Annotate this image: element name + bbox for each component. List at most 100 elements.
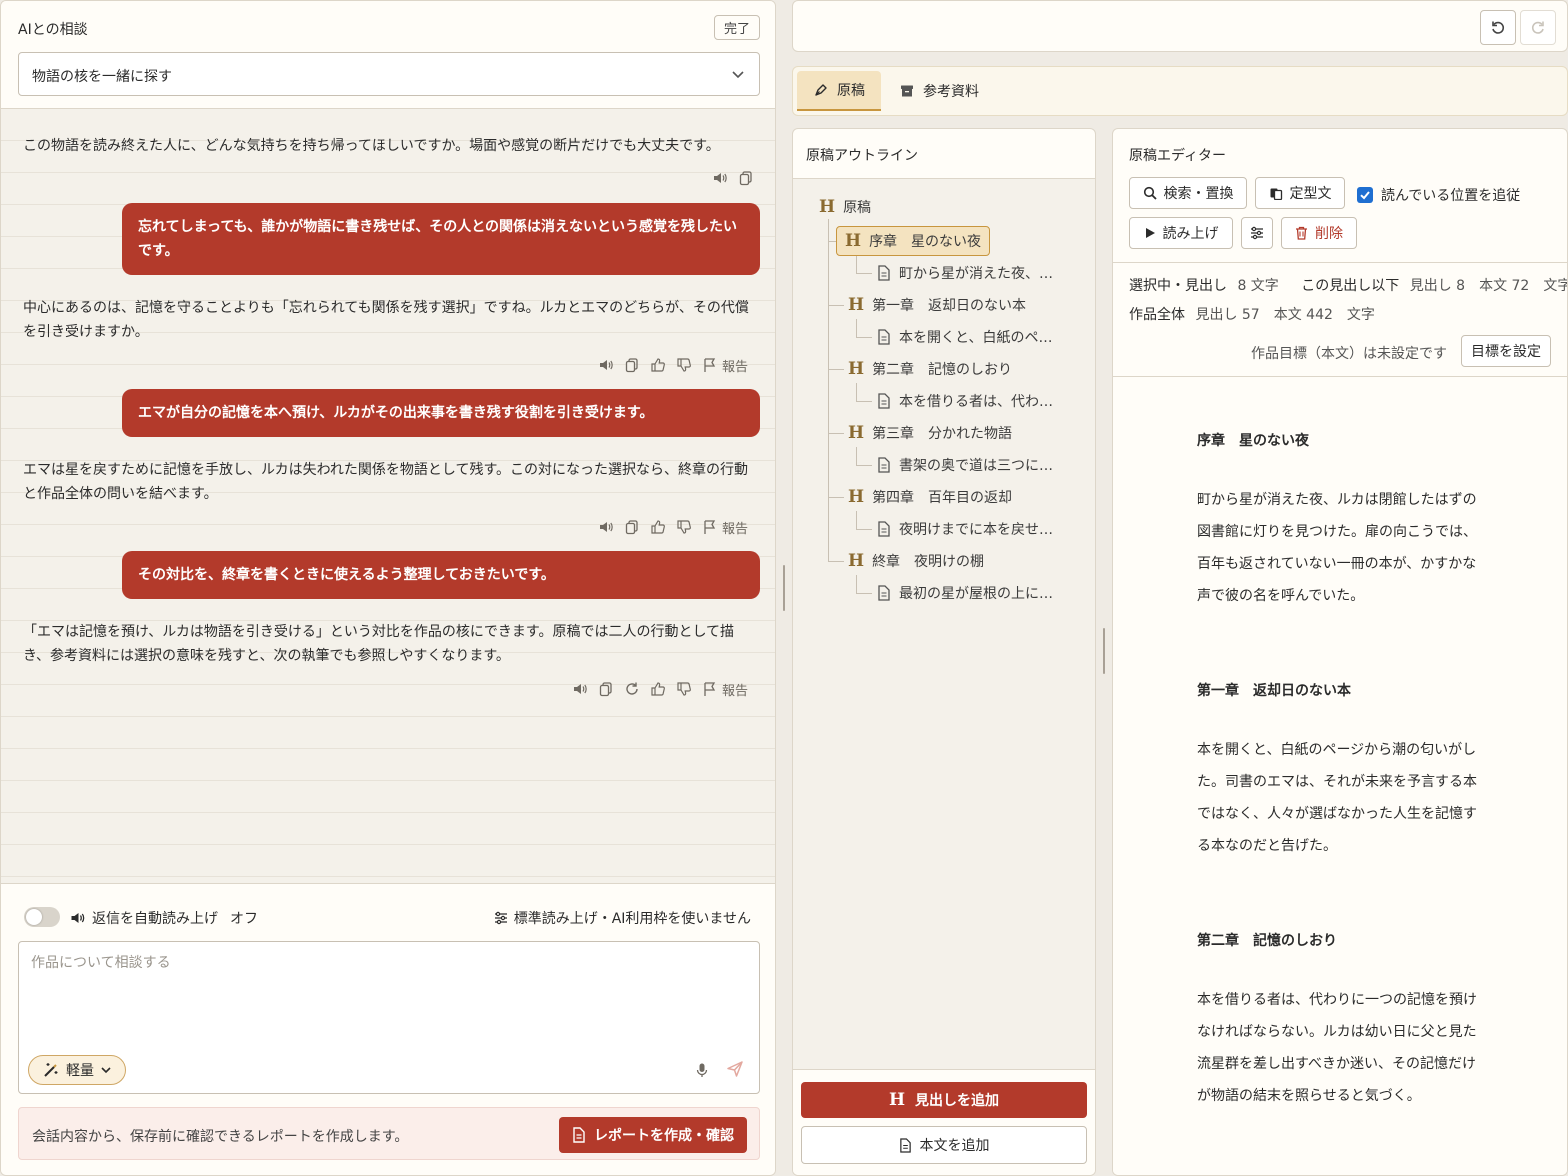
report-link[interactable]: 報告 <box>702 680 748 699</box>
add-heading-button[interactable]: H 見出しを追加 <box>801 1082 1087 1118</box>
template-label: 定型文 <box>1289 186 1332 202</box>
document-icon <box>878 521 890 537</box>
report-link[interactable]: 報告 <box>702 518 748 537</box>
outline-root[interactable]: H 原稿 <box>819 194 871 220</box>
chat-messages[interactable]: この物語を読み終えた人に、どんな気持ちを持ち帰ってほしいですか。場面や感覚の断片… <box>1 109 775 883</box>
outline-heading[interactable]: H 第一章 返却日のない本 <box>848 292 1026 318</box>
outline-body-label: 本を借りる者は、代わ… <box>899 394 1053 410</box>
set-goal-button[interactable]: 目標を設定 <box>1461 335 1551 367</box>
add-body-button[interactable]: 本文を追加 <box>801 1126 1087 1164</box>
speaker-icon[interactable] <box>712 170 728 186</box>
outline-body-item[interactable]: 町から星が消えた夜、… <box>877 260 1053 286</box>
outline-body-item[interactable]: 本を借りる者は、代わ… <box>877 388 1053 414</box>
search-replace-button[interactable]: 検索・置換 <box>1129 177 1247 209</box>
send-icon[interactable] <box>726 1060 744 1078</box>
outline-heading[interactable]: H 第二章 記憶のしおり <box>848 356 1012 382</box>
thumbs-up-icon[interactable] <box>650 357 666 373</box>
document-icon <box>899 1137 911 1153</box>
flag-icon <box>704 682 716 696</box>
ai-message: この物語を読み終えた人に、どんな気持ちを持ち帰ってほしいですか。場面や感覚の断片… <box>23 138 720 154</box>
tree-line <box>856 465 872 466</box>
selected-stat-value: 8 文字 <box>1237 278 1279 294</box>
read-aloud-settings-button[interactable] <box>1241 217 1273 249</box>
heading-icon: H <box>848 423 865 443</box>
chat-input[interactable] <box>19 942 759 1042</box>
report-note: 会話内容から、保存前に確認できるレポートを作成します。 <box>32 1129 409 1145</box>
report-label: 報告 <box>722 521 749 537</box>
consult-mode-select[interactable]: 物語の核を一緒に探す <box>18 52 760 96</box>
document-icon <box>573 1127 585 1143</box>
trash-icon <box>1296 226 1307 240</box>
pen-nib-icon <box>815 84 827 96</box>
outline-heading[interactable]: H 序章 星のない夜 <box>836 226 991 256</box>
outline-heading[interactable]: H 終章 夜明けの棚 <box>848 548 984 574</box>
outline-body-label: 夜明けまでに本を戻せ… <box>899 522 1053 538</box>
user-message: 忘れてしまっても、誰かが物語に書き残せば、その人との関係は消えないという感覚を残… <box>122 203 760 275</box>
document-icon <box>878 265 890 281</box>
copy-icon[interactable] <box>738 170 754 186</box>
resize-handle[interactable] <box>1103 628 1105 674</box>
tree-line <box>856 447 857 465</box>
tts-setting-label: 標準読み上げ・AI利用枠を使いません <box>513 911 751 927</box>
read-aloud-button[interactable]: 読み上げ <box>1129 217 1233 249</box>
outline-body-item[interactable]: 最初の星が屋根の上に… <box>877 580 1053 606</box>
create-report-button[interactable]: レポートを作成・確認 <box>559 1117 747 1153</box>
model-select[interactable]: 軽量 <box>28 1055 126 1085</box>
total-stats: 作品全体 見出し 57 本文 442 文字 <box>1129 304 1375 324</box>
delete-label: 削除 <box>1315 226 1343 242</box>
resize-handle[interactable] <box>783 565 785 611</box>
redo-icon <box>1531 21 1544 34</box>
thumbs-down-icon[interactable] <box>676 681 692 697</box>
speaker-icon[interactable] <box>598 357 614 373</box>
copy-icon[interactable] <box>624 519 640 535</box>
outline-body-label: 最初の星が屋根の上に… <box>899 586 1053 602</box>
outline-heading-label: 序章 星のない夜 <box>869 234 982 250</box>
magic-wand-icon <box>44 1063 58 1077</box>
follow-reading-position[interactable]: 読んでいる位置を追従 <box>1357 185 1520 205</box>
flag-icon <box>704 358 716 372</box>
speaker-icon[interactable] <box>572 681 588 697</box>
undo-button[interactable] <box>1480 10 1516 45</box>
delete-button[interactable]: 削除 <box>1281 217 1357 249</box>
chevron-down-icon <box>732 71 744 79</box>
outline-heading[interactable]: H 第三章 分かれた物語 <box>848 420 1012 446</box>
report-link[interactable]: 報告 <box>702 356 748 375</box>
tree-line <box>856 511 857 529</box>
section-body: 本を開くと、白紙のページから潮の匂いがし た。司書のエマは、それが未来を予言する… <box>1197 734 1487 862</box>
outline-heading[interactable]: H 第四章 百年目の返却 <box>848 484 1012 510</box>
thumbs-up-icon[interactable] <box>650 519 666 535</box>
below-stat-value: 見出し 8 本文 72 文字 <box>1409 278 1568 294</box>
editor-panel: 原稿エディター 検索・置換 定型文 読んでいる位置を追従 読み上げ 削除 選択中… <box>1112 128 1568 1176</box>
heading-icon: H <box>848 359 865 379</box>
done-button[interactable]: 完了 <box>714 15 760 40</box>
template-button[interactable]: 定型文 <box>1255 177 1345 209</box>
heading-icon: H <box>848 551 865 571</box>
tab-manuscript[interactable]: 原稿 <box>797 71 881 111</box>
outline-body-item[interactable]: 書架の奥で道は三つに… <box>877 452 1053 478</box>
speaker-icon[interactable] <box>598 519 614 535</box>
outline-body-item[interactable]: 本を開くと、白紙のペ… <box>877 324 1052 350</box>
document-icon <box>878 393 890 409</box>
copy-icon[interactable] <box>598 681 614 697</box>
tab-references[interactable]: 参考資料 <box>883 71 995 111</box>
tree-line <box>856 337 872 338</box>
microphone-icon[interactable] <box>694 1062 710 1078</box>
consult-mode-value: 物語の核を一緒に探す <box>32 69 172 85</box>
outline-body-item[interactable]: 夜明けまでに本を戻せ… <box>877 516 1053 542</box>
tree-line <box>828 305 844 306</box>
regenerate-icon[interactable] <box>624 681 640 697</box>
report-label: 報告 <box>722 359 749 375</box>
text-line: 本を開くと、白紙のページから潮の匂いがし <box>1197 742 1477 758</box>
thumbs-up-icon[interactable] <box>650 681 666 697</box>
tts-setting-link[interactable]: 標準読み上げ・AI利用枠を使いません <box>494 908 751 928</box>
manuscript-text[interactable]: 序章 星のない夜 町から星が消えた夜、ルカは閉館したはずの 図書館に灯りを見つけ… <box>1113 377 1567 1175</box>
thumbs-down-icon[interactable] <box>676 357 692 373</box>
text-line: る本なのだと告げた。 <box>1197 838 1337 854</box>
text-line: 図書館に灯りを見つけた。扉の向こうでは、 <box>1197 524 1477 540</box>
thumbs-down-icon[interactable] <box>676 519 692 535</box>
tree-line <box>828 369 844 370</box>
copy-icon[interactable] <box>624 357 640 373</box>
follow-checkbox[interactable] <box>1357 187 1373 203</box>
redo-button[interactable] <box>1520 10 1556 45</box>
auto-read-toggle[interactable] <box>24 907 60 927</box>
